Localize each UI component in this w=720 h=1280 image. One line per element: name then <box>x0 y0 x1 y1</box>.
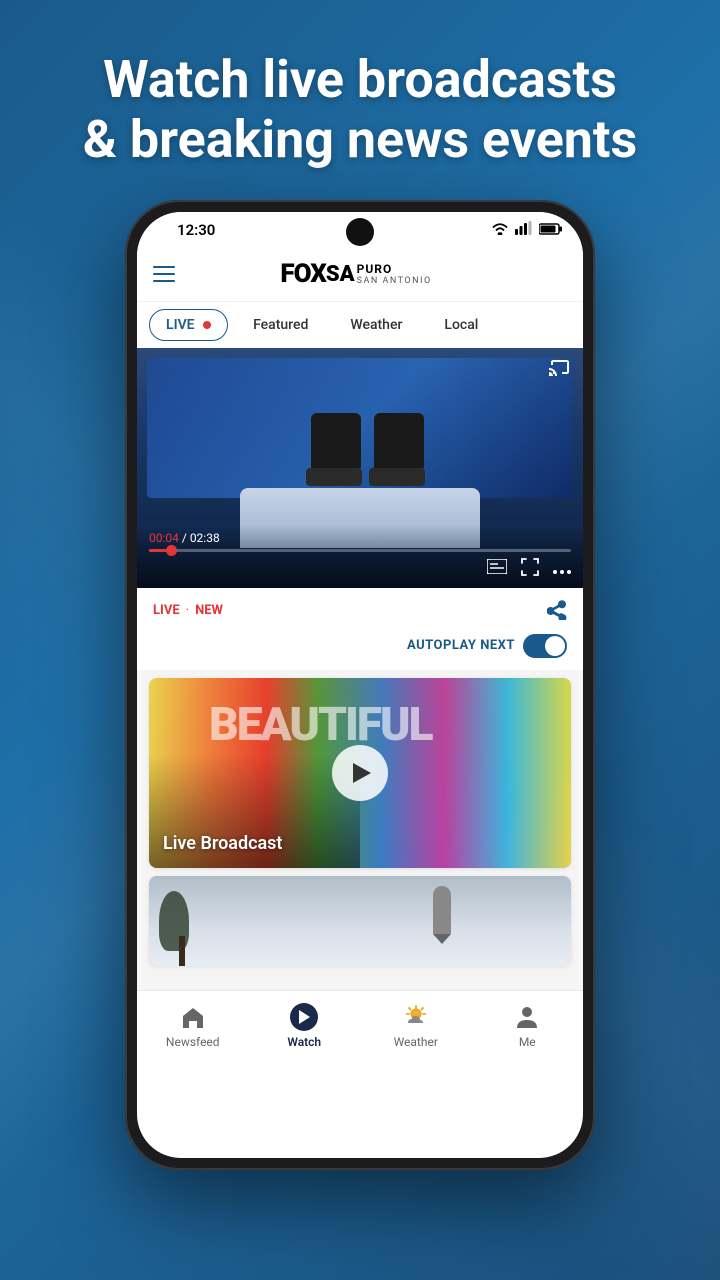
nav-label-newsfeed: Newsfeed <box>166 1035 220 1049</box>
video-card-title: Live Broadcast <box>163 833 282 854</box>
live-badge: LIVE · NEW <box>153 603 223 618</box>
play-triangle-icon <box>353 763 371 783</box>
tab-local[interactable]: Local <box>427 309 495 341</box>
video-time: 00:04 / 02:38 <box>149 531 571 545</box>
cast-button[interactable] <box>549 358 571 380</box>
hero-title: Watch live broadcasts & breaking news ev… <box>83 50 638 170</box>
rocket-icon <box>433 886 451 936</box>
signal-icon <box>515 220 533 239</box>
autoplay-row: AUTOPLAY NEXT <box>137 634 583 670</box>
thumb-bg-rocket <box>149 876 571 966</box>
tab-live[interactable]: LIVE <box>149 309 228 341</box>
video-icon-row <box>149 558 571 580</box>
nav-item-me[interactable]: Me <box>492 1003 562 1049</box>
live-dot <box>203 321 211 329</box>
separator: · <box>186 603 189 618</box>
tab-featured[interactable]: Featured <box>236 309 325 341</box>
new-label: NEW <box>195 603 223 618</box>
nav-label-watch: Watch <box>287 1035 321 1049</box>
logo-fox: FOX <box>280 259 326 289</box>
logo-sa: SA <box>326 262 355 287</box>
tabs-bar: LIVE Featured Weather Local <box>137 302 583 348</box>
video-card-broadcast[interactable]: BEAUTIFUL Live Broadcast <box>149 678 571 868</box>
video-card-rocket[interactable] <box>149 876 571 966</box>
play-icon <box>290 1003 318 1031</box>
status-icons <box>491 220 563 239</box>
video-progress-bar[interactable] <box>149 549 571 552</box>
video-progress-fill <box>149 549 166 552</box>
autoplay-label: AUTOPLAY NEXT <box>407 638 515 653</box>
nav-label-weather: Weather <box>394 1035 438 1049</box>
content-area: LIVE · NEW AUTOPLAY NEXT <box>137 588 583 990</box>
toggle-knob <box>545 636 565 656</box>
tab-weather[interactable]: Weather <box>333 309 419 341</box>
menu-button[interactable] <box>153 266 175 282</box>
video-thumb-broadcast: BEAUTIFUL Live Broadcast <box>149 678 571 868</box>
status-time: 12:30 <box>177 221 215 239</box>
battery-icon <box>539 220 563 239</box>
share-button[interactable] <box>547 598 567 624</box>
bottom-nav: Newsfeed Watch <box>137 990 583 1070</box>
app-header: FOX SA PURO SAN ANTONIO <box>137 248 583 302</box>
autoplay-toggle[interactable] <box>523 634 567 658</box>
studio-chair-right <box>369 413 429 493</box>
nav-item-newsfeed[interactable]: Newsfeed <box>158 1003 228 1049</box>
video-title-overlay: Live Broadcast <box>163 833 557 854</box>
home-icon <box>179 1003 207 1031</box>
bottom-padding <box>137 974 583 990</box>
video-controls: 00:04 / 02:38 <box>137 525 583 588</box>
studio-chair-left <box>306 413 366 493</box>
play-button[interactable] <box>332 745 388 801</box>
fullscreen-icon[interactable] <box>521 558 539 580</box>
hero-section: Watch live broadcasts & breaking news ev… <box>23 0 698 200</box>
subtitles-icon[interactable] <box>487 559 507 578</box>
nav-label-me: Me <box>519 1035 536 1049</box>
live-bar: LIVE · NEW <box>137 588 583 634</box>
person-icon <box>513 1003 541 1031</box>
video-progress-dot <box>166 545 177 556</box>
live-label: LIVE <box>153 603 180 618</box>
wifi-icon <box>491 220 509 239</box>
app-logo: FOX SA PURO SAN ANTONIO <box>280 259 431 289</box>
phone-shell: 12:30 <box>125 200 595 1170</box>
logo-puro: PURO SAN ANTONIO <box>357 262 432 286</box>
weather-icon <box>402 1003 430 1031</box>
more-options-icon[interactable] <box>553 559 571 578</box>
nav-item-watch[interactable]: Watch <box>269 1003 339 1049</box>
status-bar: 12:30 <box>137 212 583 248</box>
nav-item-weather[interactable]: Weather <box>381 1003 451 1049</box>
phone-screen: 12:30 <box>137 212 583 1158</box>
video-player[interactable]: 00:04 / 02:38 <box>137 348 583 588</box>
